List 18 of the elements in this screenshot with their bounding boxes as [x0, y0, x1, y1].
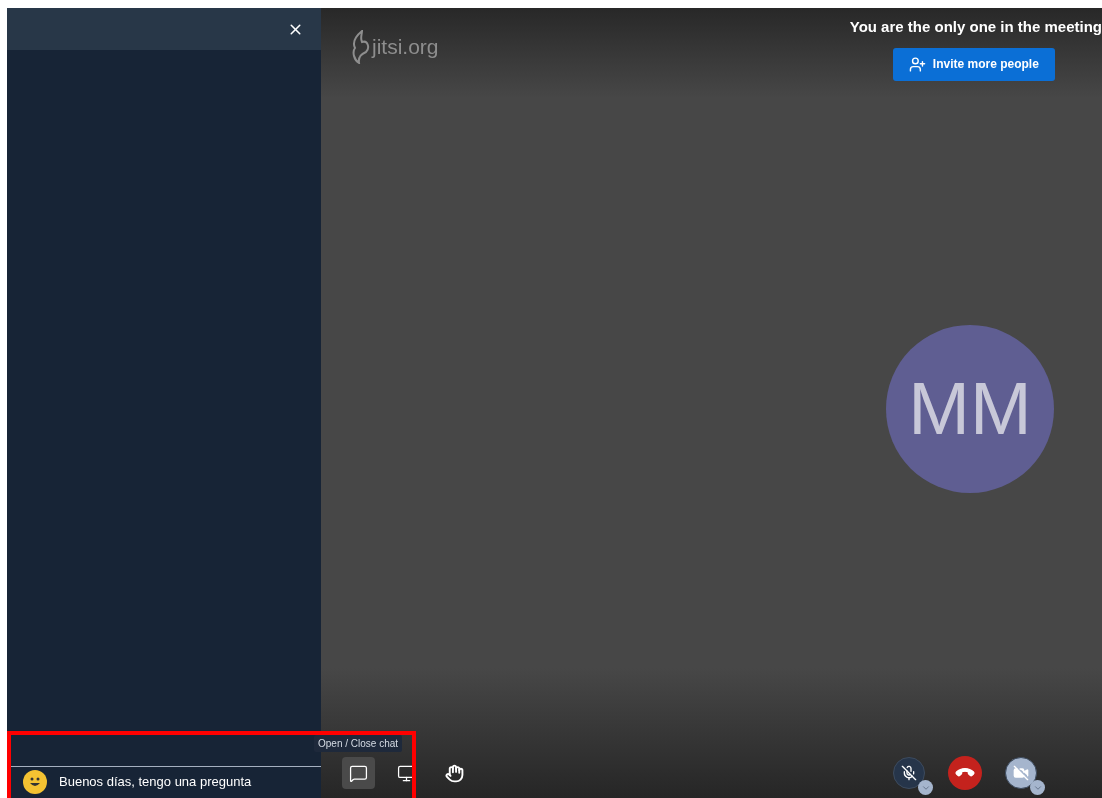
hand-icon	[445, 763, 464, 783]
add-person-icon	[908, 55, 926, 73]
invite-button[interactable]: Invite more people	[892, 47, 1055, 81]
caret-icon[interactable]	[918, 780, 933, 795]
hang-up-button[interactable]	[948, 756, 982, 790]
participant-avatar: MM	[886, 324, 1054, 493]
caret-icon[interactable]	[1030, 780, 1045, 795]
message-field[interactable]: Buenos días, tengo una pregunta	[59, 771, 321, 792]
tooltip: Open / Close chat	[314, 735, 403, 752]
speech-bubble-icon	[349, 763, 368, 783]
microphone-button[interactable]	[893, 757, 925, 789]
alone-notice: You are the only one in the meeting	[848, 17, 1102, 37]
chat-button[interactable]	[342, 757, 375, 789]
camera-button[interactable]	[1005, 757, 1037, 789]
emoji-icon[interactable]	[23, 769, 47, 794]
camera-off-icon	[1013, 765, 1029, 781]
muted-microphone-icon	[901, 765, 917, 781]
jitsi-logo: jitsi.org	[350, 24, 439, 70]
